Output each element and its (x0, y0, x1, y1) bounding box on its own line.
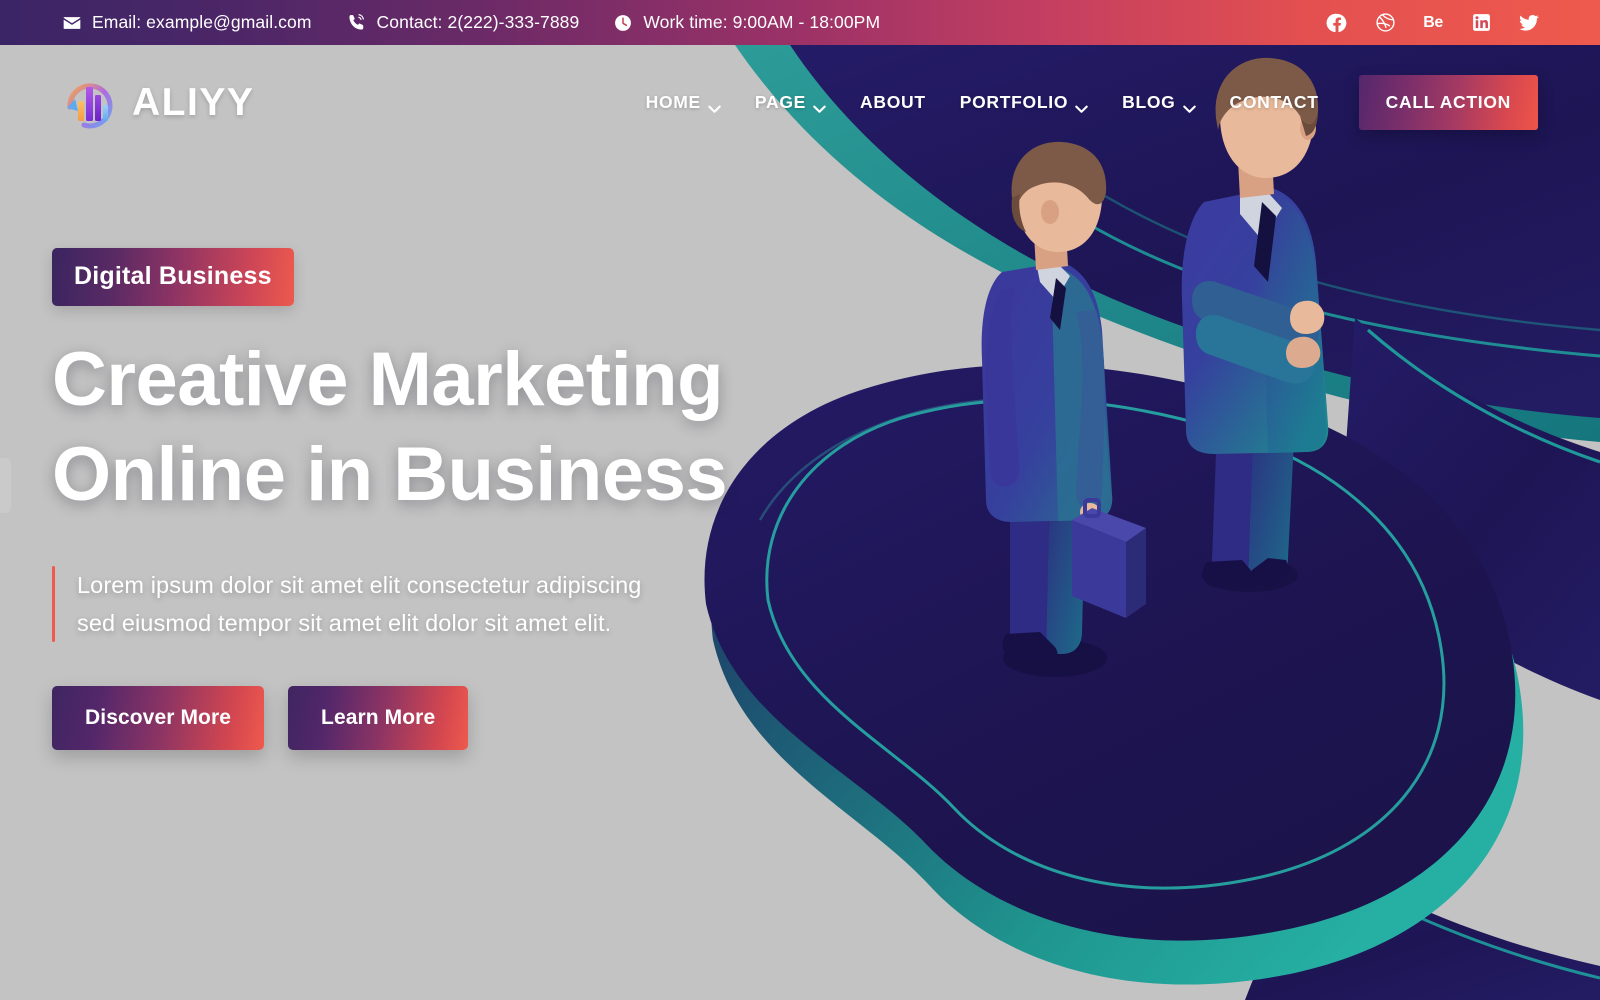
hero-title: Creative Marketing Online in Business (52, 332, 952, 522)
discover-more-button[interactable]: Discover More (52, 686, 265, 750)
nav-item-page[interactable]: PAGE (738, 92, 843, 113)
topbar-worktime: Work time: 9:00AM - 18:00PM (613, 12, 880, 33)
nav-item-portfolio-label: PORTFOLIO (959, 92, 1069, 112)
twitter-icon[interactable] (1518, 12, 1540, 34)
chevron-down-icon (813, 98, 826, 113)
nav-item-home[interactable]: HOME (629, 92, 738, 113)
site-header: ALIYY HOME PAGE ABOUT PORTFOLIO BLOG CON… (0, 45, 1600, 160)
topbar-worktime-text: Work time: 9:00AM - 18:00PM (643, 12, 881, 32)
clock-icon (613, 13, 633, 33)
phone-icon (347, 13, 367, 33)
hero-title-line-1: Creative Marketing (52, 337, 724, 422)
nav-item-blog-label: BLOG (1122, 92, 1176, 112)
topbar-contact-text: Contact: 2(222)-333-7889 (376, 12, 580, 32)
landing-page: Email: example@gmail.com Contact: 2(222)… (0, 0, 1600, 1000)
nav-item-portfolio[interactable]: PORTFOLIO (943, 92, 1105, 113)
chevron-down-icon (1182, 98, 1196, 113)
hero-description-wrap: Lorem ipsum dolor sit amet elit consecte… (52, 566, 952, 642)
top-info-bar: Email: example@gmail.com Contact: 2(222)… (0, 0, 1600, 45)
nav-item-contact[interactable]: CONTACT (1213, 92, 1336, 113)
dribbble-icon[interactable] (1374, 12, 1396, 34)
topbar-email-text: Email: example@gmail.com (92, 12, 312, 32)
nav-item-home-label: HOME (645, 92, 701, 112)
behance-icon[interactable]: Be (1422, 12, 1444, 34)
hero-description-line-2: sed eiusmod tempor sit amet elit dolor s… (77, 610, 612, 636)
nav-item-contact-label: CONTACT (1229, 92, 1319, 112)
linkedin-icon[interactable] (1470, 12, 1492, 34)
nav-item-page-label: PAGE (754, 92, 807, 112)
main-navigation: HOME PAGE ABOUT PORTFOLIO BLOG CONTACT C… (629, 75, 1538, 130)
behance-label: Be (1423, 13, 1443, 31)
logo[interactable]: ALIYY (62, 75, 254, 131)
social-links: Be (1326, 12, 1540, 34)
logo-text: ALIYY (132, 80, 255, 124)
hero-title-line-2: Online in Business (52, 432, 728, 517)
topbar-email[interactable]: Email: example@gmail.com (62, 12, 312, 33)
nav-item-about[interactable]: ABOUT (843, 92, 943, 113)
topbar-contact[interactable]: Contact: 2(222)-333-7889 (347, 12, 580, 33)
hero-description-line-1: Lorem ipsum dolor sit amet elit consecte… (77, 572, 642, 598)
nav-item-blog[interactable]: BLOG (1105, 92, 1212, 113)
learn-more-button[interactable]: Learn More (288, 686, 469, 750)
hero-content: Digital Business Creative Marketing Onli… (52, 248, 952, 750)
hero-description: Lorem ipsum dolor sit amet elit consecte… (77, 566, 641, 642)
call-action-button[interactable]: CALL ACTION (1358, 75, 1538, 130)
hero-button-row: Discover More Learn More (52, 686, 952, 750)
nav-item-about-label: ABOUT (860, 92, 926, 112)
facebook-icon[interactable] (1326, 12, 1348, 34)
hero-badge: Digital Business (52, 248, 294, 306)
hero-description-accent-bar (52, 566, 55, 642)
envelope-icon (62, 13, 82, 33)
chevron-down-icon (1075, 98, 1088, 113)
slider-prev-handle[interactable] (0, 458, 11, 513)
chevron-down-icon (708, 98, 721, 113)
bar-chart-circular-arrow-logo-icon (62, 75, 118, 131)
